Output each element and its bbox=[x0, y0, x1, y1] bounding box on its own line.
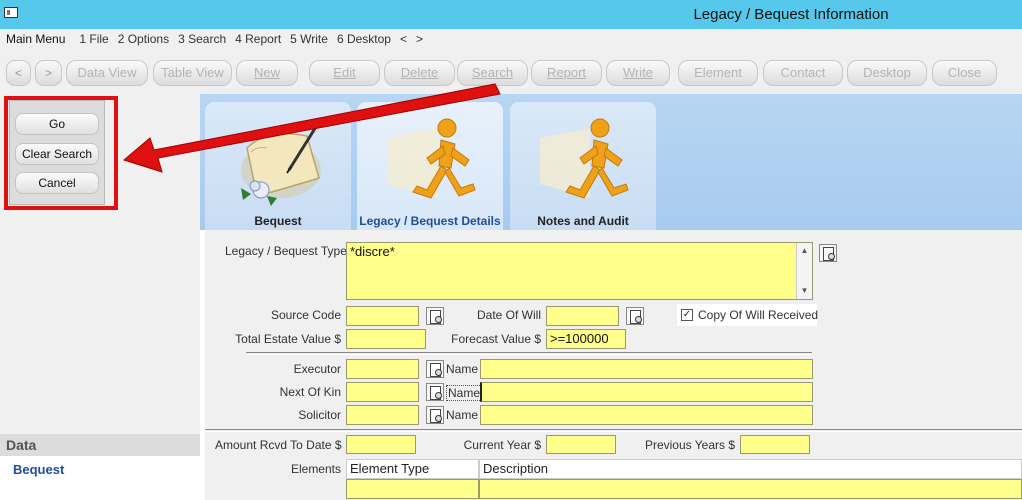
type-field-value: *discre* bbox=[350, 244, 395, 259]
data-view-button[interactable]: Data View bbox=[66, 60, 148, 86]
tab-notes-and-audit[interactable]: Notes and Audit bbox=[510, 102, 656, 232]
tab-label-notes-and-audit: Notes and Audit bbox=[537, 214, 629, 228]
forecast-field[interactable]: >=100000 bbox=[546, 329, 626, 349]
new-button[interactable]: New bbox=[236, 60, 298, 86]
main-panel: Bequest Legacy / Bequest Details Notes a… bbox=[200, 94, 1022, 500]
menu-main-menu[interactable]: Main Menu bbox=[6, 32, 65, 46]
type-lookup-icon[interactable] bbox=[819, 244, 837, 262]
tab-bequest[interactable]: Bequest bbox=[205, 102, 351, 232]
next-of-kin-field[interactable] bbox=[346, 382, 419, 402]
elements-label: Elements bbox=[290, 462, 341, 476]
solicitor-label: Solicitor bbox=[298, 408, 341, 422]
report-button[interactable]: Report bbox=[531, 60, 602, 86]
executor-name-label: Name bbox=[446, 362, 479, 376]
menu-desktop[interactable]: 6 Desktop bbox=[337, 32, 391, 46]
tab-bar: Bequest Legacy / Bequest Details Notes a… bbox=[200, 94, 1022, 232]
grid-cell-element-type[interactable] bbox=[346, 479, 479, 499]
current-year-label: Current Year $ bbox=[463, 438, 541, 452]
type-field[interactable]: *discre* ▲ ▼ bbox=[346, 242, 813, 300]
running-man-icon bbox=[540, 118, 629, 199]
type-scrollbar[interactable]: ▲ ▼ bbox=[796, 243, 812, 299]
date-of-will-label: Date Of Will bbox=[476, 308, 541, 322]
divider bbox=[205, 429, 1022, 432]
menu-report[interactable]: 4 Report bbox=[235, 32, 281, 46]
source-code-lookup-icon[interactable] bbox=[426, 307, 444, 325]
search-button[interactable]: Search bbox=[457, 60, 528, 86]
write-button[interactable]: Write bbox=[606, 60, 670, 86]
grid-cell-description[interactable] bbox=[479, 479, 1022, 499]
forward-button[interactable]: > bbox=[35, 60, 62, 86]
close-button[interactable]: Close bbox=[932, 60, 997, 86]
menu-search[interactable]: 3 Search bbox=[178, 32, 226, 46]
scroll-pen-icon bbox=[241, 121, 321, 206]
solicitor-name-field[interactable] bbox=[480, 405, 813, 425]
desktop-button[interactable]: Desktop bbox=[847, 60, 927, 86]
contact-button[interactable]: Contact bbox=[763, 60, 843, 86]
delete-button[interactable]: Delete bbox=[384, 60, 455, 86]
data-list: Bequest bbox=[0, 456, 200, 500]
copy-of-will-label: Copy Of Will Received bbox=[698, 308, 819, 322]
source-code-label: Source Code bbox=[270, 308, 341, 322]
scroll-down-icon[interactable]: ▼ bbox=[797, 283, 812, 299]
tab-label-bequest: Bequest bbox=[254, 214, 302, 228]
grid-header-element-type[interactable]: Element Type bbox=[346, 459, 479, 479]
executor-lookup-icon[interactable] bbox=[426, 360, 444, 378]
menu-bar: Main Menu 1 File 2 Options 3 Search 4 Re… bbox=[0, 29, 1022, 49]
running-man-icon bbox=[387, 118, 476, 199]
highlight-annotation bbox=[4, 96, 118, 210]
solicitor-lookup-icon[interactable] bbox=[426, 406, 444, 424]
copy-of-will-checkbox-group[interactable]: ✓ Copy Of Will Received bbox=[677, 304, 819, 326]
next-of-kin-name-label: Name bbox=[446, 385, 483, 401]
back-button[interactable]: < bbox=[6, 60, 31, 86]
menu-next[interactable]: > bbox=[416, 32, 423, 46]
total-estate-label: Total Estate Value $ bbox=[235, 332, 341, 346]
tab-legacy-bequest-details[interactable]: Legacy / Bequest Details bbox=[357, 102, 503, 232]
grid-header-description[interactable]: Description bbox=[479, 459, 1022, 479]
menu-prev[interactable]: < bbox=[400, 32, 407, 46]
copy-of-will-checkbox[interactable]: ✓ bbox=[681, 309, 693, 321]
title-bar: Legacy / Bequest Information bbox=[0, 0, 1022, 29]
toolbar: < > Data View Table View New Edit Delete… bbox=[0, 52, 1022, 94]
next-of-kin-name-field[interactable] bbox=[480, 382, 813, 402]
previous-years-label: Previous Years $ bbox=[644, 438, 735, 452]
solicitor-field[interactable] bbox=[346, 405, 419, 425]
source-code-field[interactable] bbox=[346, 306, 419, 326]
executor-field[interactable] bbox=[346, 359, 419, 379]
window-title: Legacy / Bequest Information bbox=[693, 6, 889, 23]
current-year-field[interactable] bbox=[546, 435, 616, 454]
executor-name-field[interactable] bbox=[480, 359, 813, 379]
menu-write[interactable]: 5 Write bbox=[290, 32, 328, 46]
forecast-label: Forecast Value $ bbox=[451, 332, 541, 346]
sidebar-item-bequest[interactable]: Bequest bbox=[0, 456, 200, 477]
edit-button[interactable]: Edit bbox=[309, 60, 380, 86]
divider bbox=[246, 352, 812, 355]
amount-rcvd-label: Amount Rcvd To Date $ bbox=[215, 438, 342, 452]
tab-label-legacy-bequest-details: Legacy / Bequest Details bbox=[359, 214, 501, 228]
table-view-button[interactable]: Table View bbox=[153, 60, 232, 86]
total-estate-field[interactable] bbox=[346, 329, 426, 349]
next-of-kin-label: Next Of Kin bbox=[279, 385, 341, 399]
type-label: Legacy / Bequest Type bbox=[225, 244, 347, 258]
solicitor-name-label: Name bbox=[446, 408, 479, 422]
next-of-kin-lookup-icon[interactable] bbox=[426, 383, 444, 401]
executor-label: Executor bbox=[293, 362, 341, 376]
date-picker-icon[interactable] bbox=[626, 307, 644, 325]
amount-rcvd-field[interactable] bbox=[346, 435, 416, 454]
scroll-up-icon[interactable]: ▲ bbox=[797, 243, 812, 259]
date-of-will-field[interactable] bbox=[546, 306, 619, 326]
details-form: Legacy / Bequest Type *discre* ▲ ▼ Sourc… bbox=[205, 230, 1022, 500]
previous-years-field[interactable] bbox=[740, 435, 810, 454]
menu-options[interactable]: 2 Options bbox=[118, 32, 169, 46]
menu-file[interactable]: 1 File bbox=[79, 32, 108, 46]
data-section-header: Data bbox=[0, 434, 200, 456]
element-button[interactable]: Element bbox=[678, 60, 758, 86]
